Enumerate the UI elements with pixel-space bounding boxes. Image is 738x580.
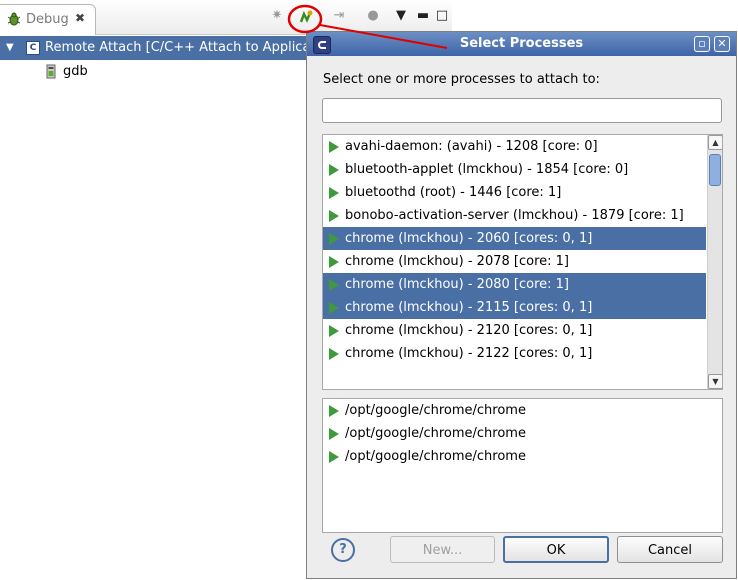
dialog-title: Select Processes <box>459 36 584 51</box>
play-icon <box>329 256 339 268</box>
process-label: bonobo-activation-server (lmckhou) - 187… <box>345 208 684 223</box>
process-label: chrome (lmckhou) - 2120 [cores: 0, 1] <box>345 323 593 338</box>
path-label: /opt/google/chrome/chrome <box>345 426 526 441</box>
close-window-icon[interactable]: ✕ <box>714 36 730 52</box>
step-filter-icon[interactable]: ● <box>364 7 382 25</box>
debug-tabbar: Debug ✖ ✷ ⇥ ● ▼ ▬ □ <box>0 0 452 35</box>
process-row[interactable]: chrome (lmckhou) - 2120 [cores: 0, 1] <box>323 319 706 342</box>
play-icon <box>329 302 339 314</box>
play-icon <box>329 187 339 199</box>
process-label: chrome (lmckhou) - 2122 [cores: 0, 1] <box>345 346 593 361</box>
vertical-scrollbar[interactable]: ▲ ▼ <box>707 135 722 389</box>
process-list[interactable]: avahi-daemon: (avahi) - 1208 [core: 0] bl… <box>322 134 723 390</box>
scroll-up-icon[interactable]: ▲ <box>708 135 722 150</box>
play-icon <box>329 325 339 337</box>
play-icon <box>329 405 339 417</box>
cancel-button[interactable]: Cancel <box>617 536 723 563</box>
process-row[interactable]: chrome (lmckhou) - 2078 [core: 1] <box>323 250 706 273</box>
collapse-arrow-icon[interactable]: ▼ <box>6 36 14 60</box>
maximize-window-icon[interactable]: ▫ <box>694 36 710 52</box>
tree-item-label: Remote Attach [C/C++ Attach to Applica <box>45 40 311 55</box>
process-label: avahi-daemon: (avahi) - 1208 [core: 0] <box>345 139 598 154</box>
process-label: chrome (lmckhou) - 2080 [core: 1] <box>345 277 569 292</box>
debug-tab[interactable]: Debug ✖ <box>0 4 96 35</box>
process-row[interactable]: chrome (lmckhou) - 2060 [cores: 0, 1] <box>323 227 706 250</box>
maximize-icon[interactable]: □ <box>433 7 451 25</box>
debugger-process-icon <box>46 64 56 79</box>
debug-tab-label: Debug <box>26 12 69 27</box>
path-row[interactable]: /opt/google/chrome/chrome <box>323 445 722 468</box>
ok-button[interactable]: OK <box>503 536 609 563</box>
path-label: /opt/google/chrome/chrome <box>345 403 526 418</box>
bug-icon <box>7 12 21 26</box>
play-icon <box>329 451 339 463</box>
select-processes-dialog: Select Processes ▫ ✕ Select one or more … <box>306 31 737 579</box>
process-label: chrome (lmckhou) - 2115 [cores: 0, 1] <box>345 300 593 315</box>
process-row[interactable]: chrome (lmckhou) - 2115 [cores: 0, 1] <box>323 296 706 319</box>
play-icon <box>329 141 339 153</box>
process-label: bluetooth-applet (lmckhou) - 1854 [core:… <box>345 162 629 177</box>
c-launch-icon: C <box>26 41 40 55</box>
play-icon <box>329 164 339 176</box>
play-icon <box>329 348 339 360</box>
process-label: chrome (lmckhou) - 2060 [cores: 0, 1] <box>345 231 593 246</box>
play-icon <box>329 428 339 440</box>
process-row[interactable]: avahi-daemon: (avahi) - 1208 [core: 0] <box>323 135 706 158</box>
path-row[interactable]: /opt/google/chrome/chrome <box>323 399 722 422</box>
minimize-icon[interactable]: ▬ <box>414 7 432 25</box>
view-menu-icon[interactable]: ▼ <box>392 7 410 25</box>
play-icon <box>329 233 339 245</box>
disconnect-icon[interactable]: ✷ <box>268 7 286 25</box>
attach-to-process-icon[interactable] <box>297 7 315 25</box>
process-filter-input[interactable] <box>322 98 722 123</box>
play-icon <box>329 279 339 291</box>
path-label: /opt/google/chrome/chrome <box>345 449 526 464</box>
process-row[interactable]: chrome (lmckhou) - 2122 [cores: 0, 1] <box>323 342 706 365</box>
vertical-scroll-thumb[interactable] <box>709 154 721 186</box>
dialog-prompt: Select one or more processes to attach t… <box>323 72 600 87</box>
play-icon <box>329 210 339 222</box>
process-label: chrome (lmckhou) - 2078 [core: 1] <box>345 254 569 269</box>
path-row[interactable]: /opt/google/chrome/chrome <box>323 422 722 445</box>
dialog-titlebar[interactable]: Select Processes ▫ ✕ <box>307 32 736 56</box>
scroll-down-icon[interactable]: ▼ <box>708 374 722 389</box>
step-into-icon[interactable]: ⇥ <box>330 7 348 25</box>
new-button[interactable]: New... <box>390 536 495 563</box>
close-tab-icon[interactable]: ✖ <box>75 11 85 25</box>
process-row[interactable]: bonobo-activation-server (lmckhou) - 187… <box>323 204 706 227</box>
help-icon[interactable]: ? <box>331 538 355 562</box>
process-path-list[interactable]: /opt/google/chrome/chrome/opt/google/chr… <box>322 398 723 533</box>
process-label: bluetoothd (root) - 1446 [core: 1] <box>345 185 562 200</box>
process-row[interactable]: chrome (lmckhou) - 2080 [core: 1] <box>323 273 706 296</box>
process-row[interactable]: bluetooth-applet (lmckhou) - 1854 [core:… <box>323 158 706 181</box>
process-row[interactable]: bluetoothd (root) - 1446 [core: 1] <box>323 181 706 204</box>
tree-item-label: gdb <box>63 64 88 79</box>
